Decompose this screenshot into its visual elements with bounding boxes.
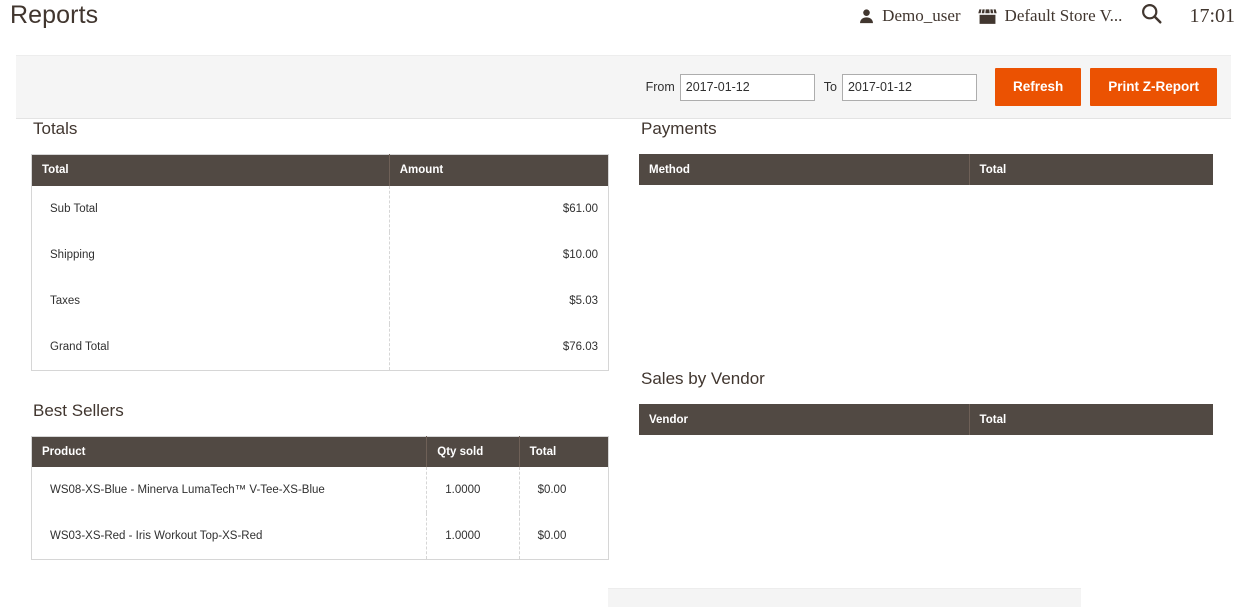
table-row: WS08-XS-Blue - Minerva LumaTech™ V-Tee-X…	[31, 467, 609, 513]
totals-section: Totals Total Amount Sub Total $61.00 Shi…	[31, 119, 609, 371]
bestsellers-product: WS08-XS-Blue - Minerva LumaTech™ V-Tee-X…	[31, 467, 428, 513]
bestsellers-col-total: Total	[519, 436, 609, 467]
payments-title: Payments	[641, 119, 717, 138]
totals-row-amount: $61.00	[389, 185, 609, 232]
payments-col-total: Total	[969, 154, 1213, 185]
user-icon	[858, 8, 875, 25]
search-button[interactable]	[1130, 2, 1173, 30]
payments-table: Method Total	[639, 154, 1213, 185]
search-icon	[1140, 4, 1163, 29]
table-row: WS03-XS-Red - Iris Workout Top-XS-Red 1.…	[31, 513, 609, 560]
bestsellers-total: $0.00	[519, 513, 609, 560]
totals-col-amount: Amount	[389, 154, 609, 186]
vendor-col-vendor: Vendor	[639, 404, 970, 435]
print-z-report-button[interactable]: Print Z-Report	[1090, 68, 1217, 106]
from-label: From	[645, 80, 675, 94]
bestsellers-col-qty: Qty sold	[426, 436, 520, 467]
totals-row-label: Grand Total	[31, 323, 390, 370]
bestsellers-product: WS03-XS-Red - Iris Workout Top-XS-Red	[31, 513, 428, 560]
bestsellers-total: $0.00	[519, 467, 609, 513]
header-right-cluster: Demo_user Default Store V... 17:01	[850, 0, 1239, 32]
user-name-label: Demo_user	[882, 6, 961, 25]
sales-by-vendor-title: Sales by Vendor	[641, 369, 765, 388]
right-column: Payments Method Total Sales by Vendor Ve…	[639, 119, 1213, 465]
table-row: Sub Total $61.00	[31, 185, 609, 232]
report-filter-toolbar: From To Refresh Print Z-Report	[16, 55, 1231, 119]
sales-by-vendor-table: Vendor Total	[639, 404, 1213, 435]
totals-row-amount: $10.00	[389, 231, 609, 278]
reports-page: Reports Demo_user Default Store V... 17:…	[0, 0, 1247, 607]
table-row: Taxes $5.03	[31, 277, 609, 324]
store-name-label: Default Store V...	[1004, 6, 1123, 25]
vendor-col-total: Total	[969, 404, 1213, 435]
sales-by-vendor-section: Sales by Vendor Vendor Total	[639, 369, 1213, 435]
bestsellers-qty: 1.0000	[426, 513, 520, 560]
best-sellers-section: Best Sellers Product Qty sold Total WS08…	[31, 400, 609, 560]
store-icon	[976, 8, 998, 25]
clock-label: 17:01	[1189, 4, 1235, 27]
payments-section: Payments Method Total	[639, 119, 1213, 185]
totals-row-amount: $76.03	[389, 323, 609, 370]
date-range-group: From To	[645, 73, 977, 101]
to-date-input[interactable]	[841, 73, 977, 101]
totals-row-label: Shipping	[31, 231, 390, 278]
bestsellers-col-product: Product	[31, 436, 428, 467]
table-header-row: Product Qty sold Total	[31, 436, 609, 467]
totals-row-label: Taxes	[31, 277, 390, 324]
best-sellers-title: Best Sellers	[33, 400, 124, 420]
totals-table-body: Sub Total $61.00 Shipping $10.00 Taxes $…	[31, 185, 609, 370]
totals-title: Totals	[33, 119, 78, 138]
left-column: Totals Total Amount Sub Total $61.00 Shi…	[31, 119, 609, 590]
store-switcher[interactable]: Default Store V...	[969, 0, 1131, 32]
to-label: To	[823, 80, 837, 94]
from-date-input[interactable]	[679, 73, 815, 101]
totals-row-label: Sub Total	[31, 185, 390, 232]
refresh-button[interactable]: Refresh	[994, 68, 1082, 106]
page-title: Reports	[10, 1, 99, 29]
best-sellers-table: Product Qty sold Total WS08-XS-Blue - Mi…	[31, 435, 609, 560]
payments-col-method: Method	[639, 154, 970, 185]
footer-strip	[608, 588, 1081, 607]
bestsellers-qty: 1.0000	[426, 467, 520, 513]
app-header: Reports Demo_user Default Store V... 17:…	[0, 0, 1247, 38]
table-header-row: Method Total	[639, 154, 1213, 185]
totals-row-amount: $5.03	[389, 277, 609, 324]
table-header-row: Total Amount	[31, 154, 609, 186]
best-sellers-table-body: WS08-XS-Blue - Minerva LumaTech™ V-Tee-X…	[31, 467, 609, 560]
totals-table: Total Amount Sub Total $61.00 Shipping $…	[31, 154, 609, 371]
table-row: Shipping $10.00	[31, 231, 609, 278]
table-header-row: Vendor Total	[639, 404, 1213, 435]
user-menu[interactable]: Demo_user	[850, 0, 968, 32]
totals-col-total: Total	[31, 154, 390, 186]
table-row: Grand Total $76.03	[31, 323, 609, 370]
